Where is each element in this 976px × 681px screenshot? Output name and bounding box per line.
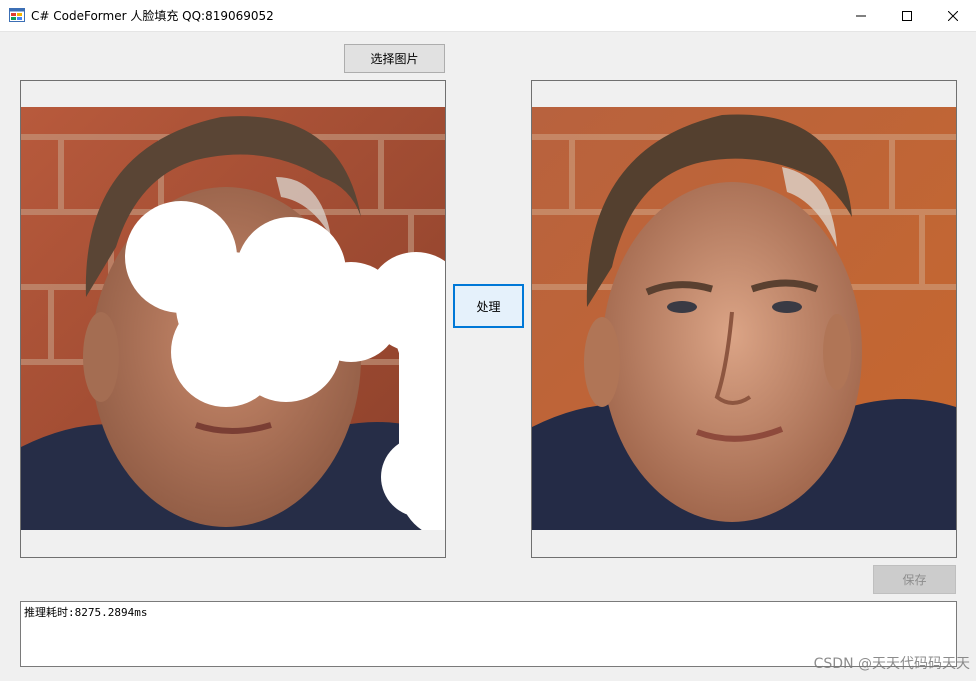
close-button[interactable]	[930, 0, 976, 31]
process-button[interactable]: 处理	[453, 284, 524, 328]
watermark: CSDN @天天代码码天天	[813, 656, 970, 672]
maximize-button[interactable]	[884, 0, 930, 31]
inference-time-text: 推理耗时:8275.2894ms	[24, 606, 148, 619]
window-title: C# CodeFormer 人脸填充 QQ:819069052	[31, 9, 274, 23]
select-image-button[interactable]: 选择图片	[344, 44, 445, 73]
restored-face-photo	[532, 107, 956, 530]
title-bar[interactable]: C# CodeFormer 人脸填充 QQ:819069052	[0, 0, 976, 32]
input-picture-box	[20, 80, 446, 558]
masked-face-photo	[21, 107, 445, 530]
output-picture-box	[531, 80, 957, 558]
minimize-icon	[856, 15, 866, 16]
app-icon	[9, 8, 25, 22]
minimize-button[interactable]	[838, 0, 884, 31]
maximize-icon	[902, 10, 912, 21]
save-button[interactable]: 保存	[873, 565, 956, 594]
close-icon	[948, 10, 958, 21]
